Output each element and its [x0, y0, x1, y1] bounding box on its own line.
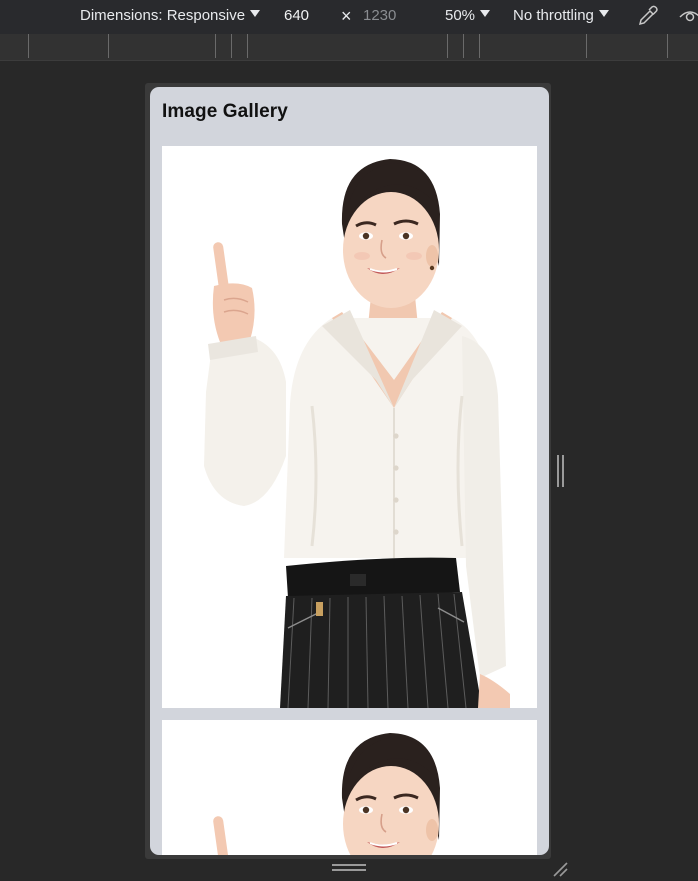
- height-input[interactable]: 1230: [363, 0, 396, 34]
- ruler-tick: [247, 34, 248, 58]
- eyedropper-icon[interactable]: [636, 4, 660, 28]
- gallery-photo: [162, 720, 537, 855]
- ruler-tick: [231, 34, 232, 58]
- chevron-down-icon: [250, 9, 261, 17]
- ruler-tick: [447, 34, 448, 58]
- media-query-ruler: [0, 34, 698, 61]
- zoom-dropdown[interactable]: 50%: [445, 0, 491, 34]
- eye-icon[interactable]: [679, 4, 698, 28]
- resize-handle-right[interactable]: [557, 455, 564, 487]
- ruler-tick: [586, 34, 587, 58]
- zoom-label: 50%: [445, 7, 476, 24]
- gallery-image: [162, 720, 537, 855]
- page-title: Image Gallery: [162, 101, 288, 122]
- dimensions-dropdown[interactable]: Dimensions: Responsive: [80, 0, 261, 34]
- ruler-tick: [479, 34, 480, 58]
- throttling-label: No throttling: [513, 7, 594, 24]
- chevron-down-icon: [480, 9, 491, 17]
- gallery-image: [162, 146, 537, 708]
- gallery-photo: [162, 146, 537, 708]
- chevron-down-icon: [598, 9, 609, 17]
- ruler-tick: [28, 34, 29, 58]
- ruler-tick: [463, 34, 464, 58]
- resize-handle-bottom[interactable]: [332, 864, 366, 872]
- ruler-tick: [108, 34, 109, 58]
- ruler-tick: [667, 34, 668, 58]
- times-icon: ×: [341, 6, 352, 26]
- device-toolbar: Dimensions: Responsive 640 × 1230 50% No…: [0, 0, 698, 34]
- width-input[interactable]: 640: [284, 0, 309, 34]
- dimensions-label: Dimensions: Responsive: [80, 7, 246, 24]
- device-viewport: Image Gallery: [150, 87, 549, 855]
- ruler-tick: [215, 34, 216, 58]
- throttling-dropdown[interactable]: No throttling: [513, 0, 609, 34]
- resize-corner-icon[interactable]: [551, 860, 569, 878]
